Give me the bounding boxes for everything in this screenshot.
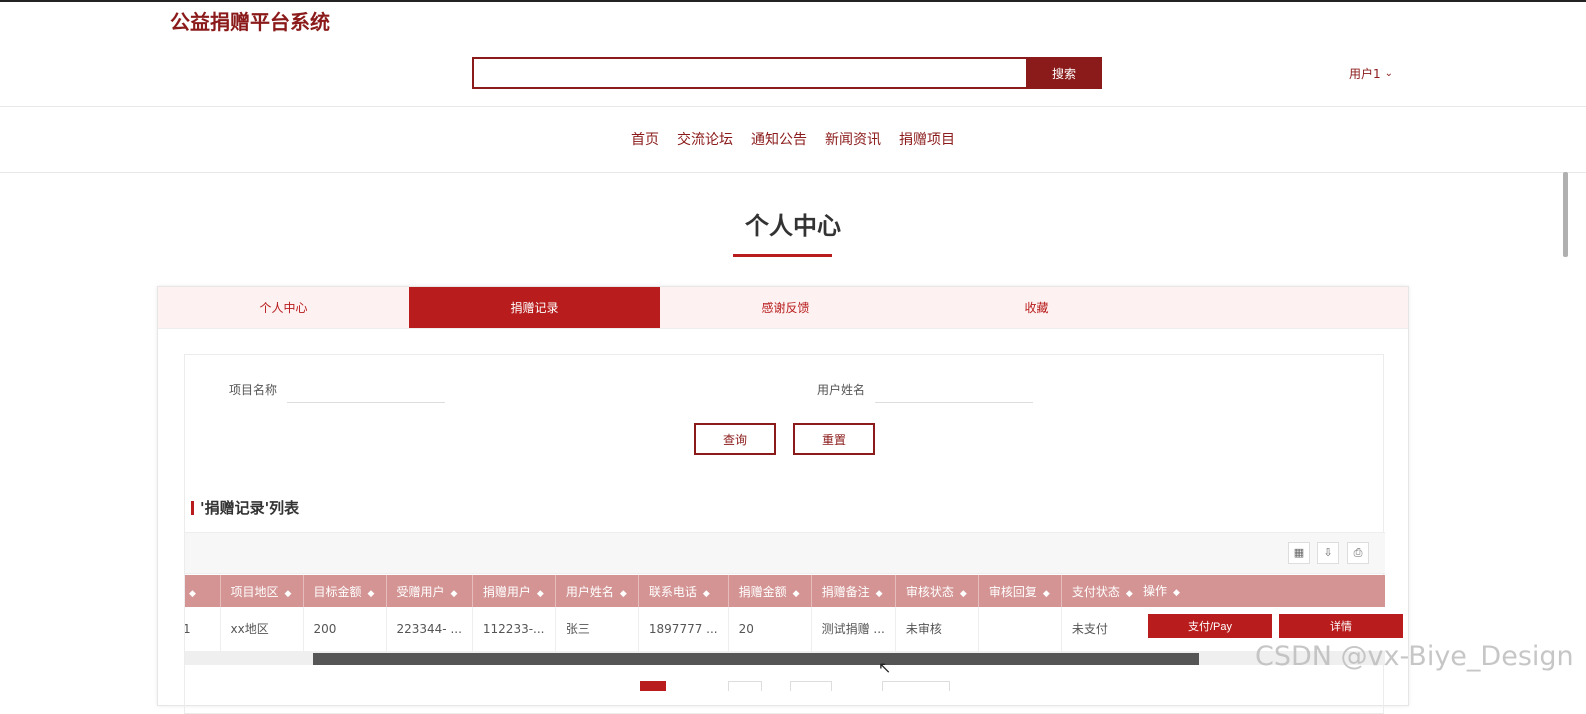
detail-button[interactable]: 详情 bbox=[1279, 614, 1403, 638]
sort-icon: ◆ bbox=[367, 588, 375, 599]
mouse-cursor-icon: ↖ bbox=[878, 658, 892, 677]
cell-review-reply bbox=[978, 607, 1062, 651]
columns-icon[interactable]: ▦ bbox=[1288, 542, 1310, 564]
table-hscroll-thumb[interactable] bbox=[313, 653, 1199, 665]
watermark: CSDN @vx-Biye_Design bbox=[1255, 641, 1574, 672]
print-icon[interactable]: ⎙ bbox=[1347, 542, 1369, 564]
col-header-remark[interactable]: 捐赠备注 ◆ bbox=[811, 575, 896, 607]
search-button[interactable]: 搜索 bbox=[1026, 57, 1102, 89]
col-header-category[interactable]: 类◆ bbox=[185, 575, 221, 607]
top-border bbox=[0, 0, 1586, 2]
cell-phone: 1897777 ... bbox=[638, 607, 729, 651]
col-header-actions[interactable]: 操作 ◆ bbox=[1135, 575, 1385, 607]
sort-icon: ◆ bbox=[284, 588, 292, 599]
col-header-pay-status[interactable]: 支付状态 ◆ bbox=[1061, 575, 1145, 607]
reset-button[interactable]: 重置 bbox=[793, 423, 875, 455]
title-underline bbox=[733, 254, 832, 257]
page-button[interactable] bbox=[790, 681, 832, 691]
col-header-donor[interactable]: 捐赠用户 ◆ bbox=[472, 575, 556, 607]
nav-divider bbox=[0, 172, 1586, 173]
sort-icon: ◆ bbox=[1125, 588, 1133, 599]
col-header-review-reply[interactable]: 审核回复 ◆ bbox=[978, 575, 1062, 607]
sort-icon: ◆ bbox=[536, 588, 544, 599]
cell-amount: 20 bbox=[728, 607, 812, 651]
list-title-text: '捐赠记录'列表 bbox=[200, 499, 300, 517]
cell-category: 类1 bbox=[185, 607, 221, 651]
tab-favorites[interactable]: 收藏 bbox=[911, 287, 1162, 328]
tab-bar: 个人中心 捐赠记录 感谢反馈 收藏 bbox=[158, 287, 1408, 329]
user-name-label: 用户姓名 bbox=[817, 383, 866, 397]
header-divider bbox=[0, 106, 1586, 107]
page-size-select[interactable] bbox=[882, 681, 950, 691]
records-content: 项目名称 用户姓名 查询 重置 '捐赠记录'列表 ▦ ⇩ ⎙ 类◆ 项目地区◆ … bbox=[184, 354, 1403, 714]
sort-icon: ◆ bbox=[1173, 588, 1180, 598]
nav-item-notice[interactable]: 通知公告 bbox=[751, 129, 807, 149]
cell-donor: 112233-... bbox=[472, 607, 556, 651]
sort-icon: ◆ bbox=[875, 588, 883, 599]
list-title: '捐赠记录'列表 bbox=[191, 497, 299, 518]
chevron-down-icon: ⌄ bbox=[1384, 68, 1394, 79]
sort-icon: ◆ bbox=[792, 588, 800, 599]
sort-icon: ◆ bbox=[189, 588, 196, 599]
user-name-input[interactable] bbox=[875, 377, 1033, 403]
project-name-input[interactable] bbox=[287, 377, 445, 403]
nav-item-home[interactable]: 首页 bbox=[631, 129, 659, 149]
user-menu-label: 用户1 bbox=[1349, 67, 1381, 81]
nav-item-news[interactable]: 新闻资讯 bbox=[825, 129, 881, 149]
pagination bbox=[185, 681, 1385, 691]
table-header-row: 类◆ 项目地区◆ 目标金额◆ 受赠用户◆ 捐赠用户◆ 用户姓名◆ 联系电话◆ 捐… bbox=[185, 575, 1145, 607]
search-bar: 搜索 bbox=[472, 57, 1102, 89]
main-nav: 首页 交流论坛 通知公告 新闻资讯 捐赠项目 bbox=[0, 129, 1586, 149]
tab-donation-records[interactable]: 捐赠记录 bbox=[409, 287, 660, 328]
cell-review-status: 未审核 bbox=[895, 607, 979, 651]
filter-form: 项目名称 用户姓名 bbox=[185, 375, 1385, 405]
tab-personal-center[interactable]: 个人中心 bbox=[158, 287, 409, 328]
project-name-label: 项目名称 bbox=[229, 383, 278, 397]
sort-icon: ◆ bbox=[702, 588, 710, 599]
page-button[interactable] bbox=[728, 681, 762, 691]
cell-user-name: 张三 bbox=[555, 607, 639, 651]
page-button-current[interactable] bbox=[640, 681, 666, 691]
sort-icon: ◆ bbox=[959, 588, 967, 599]
col-header-recipient[interactable]: 受赠用户 ◆ bbox=[386, 575, 473, 607]
sort-icon: ◆ bbox=[450, 588, 458, 599]
personal-center-panel: 个人中心 捐赠记录 感谢反馈 收藏 项目名称 用户姓名 查询 重置 '捐赠记录'… bbox=[157, 286, 1409, 714]
col-header-target-amount[interactable]: 目标金额 ◆ bbox=[303, 575, 387, 607]
page-title: 个人中心 bbox=[745, 212, 841, 240]
col-header-amount[interactable]: 捐赠金额 ◆ bbox=[728, 575, 812, 607]
user-menu[interactable]: 用户1 ⌄ bbox=[1349, 65, 1393, 82]
tab-thanks-feedback[interactable]: 感谢反馈 bbox=[660, 287, 911, 328]
col-header-region[interactable]: 项目地区 ◆ bbox=[220, 575, 304, 607]
nav-item-projects[interactable]: 捐赠项目 bbox=[899, 129, 955, 149]
cell-target-amount: 200 bbox=[303, 607, 387, 651]
col-header-user-name[interactable]: 用户姓名 ◆ bbox=[555, 575, 639, 607]
cell-recipient: 223344- ... bbox=[386, 607, 473, 651]
col-header-review-status[interactable]: 审核状态 ◆ bbox=[895, 575, 979, 607]
fixed-actions-column: 操作 ◆ 支付/Pay 详情 bbox=[1135, 575, 1403, 651]
search-input[interactable] bbox=[472, 57, 1026, 89]
sort-icon: ◆ bbox=[1042, 588, 1050, 599]
cell-pay-status: 未支付 bbox=[1061, 607, 1145, 651]
col-header-phone[interactable]: 联系电话 ◆ bbox=[638, 575, 729, 607]
sort-icon: ◆ bbox=[619, 588, 627, 599]
nav-item-forum[interactable]: 交流论坛 bbox=[677, 129, 733, 149]
cell-region: xx地区 bbox=[220, 607, 304, 651]
app-logo-title: 公益捐赠平台系统 bbox=[170, 10, 330, 34]
export-icon[interactable]: ⇩ bbox=[1317, 542, 1339, 564]
query-button[interactable]: 查询 bbox=[694, 423, 776, 455]
table-row: 类1 xx地区 200 223344- ... 112233-... 张三 18… bbox=[185, 607, 1145, 651]
cell-remark: 测试捐赠 ... bbox=[811, 607, 896, 651]
pay-button[interactable]: 支付/Pay bbox=[1148, 614, 1272, 638]
table-toolbar: ▦ ⇩ ⎙ bbox=[185, 532, 1385, 574]
list-title-marker bbox=[191, 500, 194, 515]
records-table: 类◆ 项目地区◆ 目标金额◆ 受赠用户◆ 捐赠用户◆ 用户姓名◆ 联系电话◆ 捐… bbox=[185, 575, 1145, 651]
